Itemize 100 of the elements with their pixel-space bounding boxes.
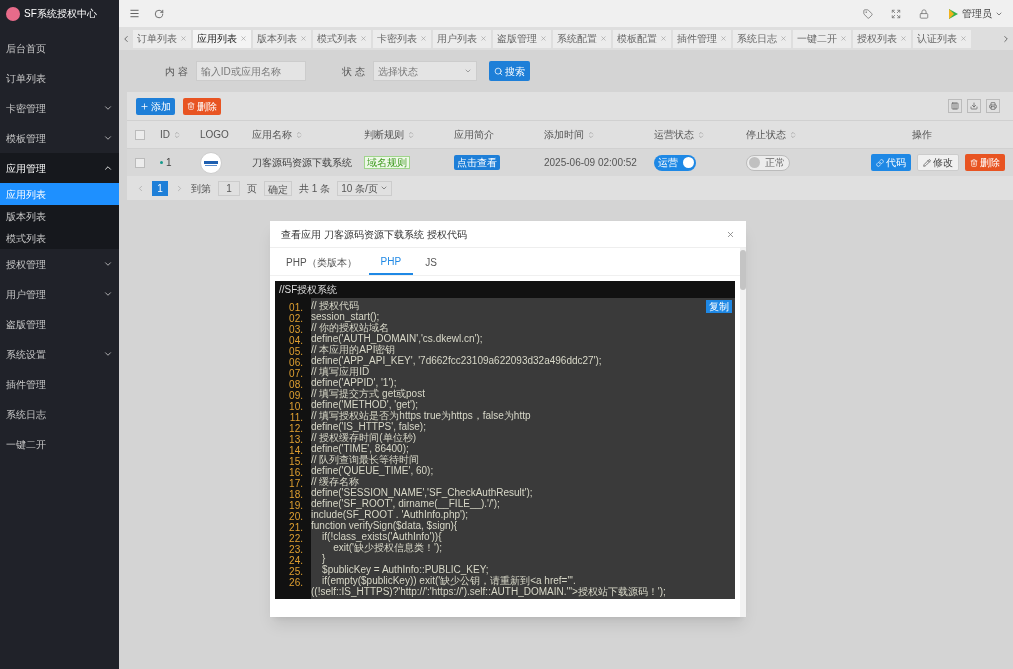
sort-icon[interactable] [295, 130, 303, 139]
sidebar-item[interactable]: 盗版管理 [0, 309, 119, 339]
close-icon[interactable] [900, 35, 907, 42]
search-field[interactable]: 输入ID或应用名称 [195, 61, 306, 81]
close-icon[interactable] [480, 35, 487, 42]
sidebar-item[interactable]: 订单列表 [0, 63, 119, 93]
code-line: // 你的授权站域名 [310, 322, 390, 333]
column-header[interactable]: 添加时间 [544, 127, 595, 142]
page-tab[interactable]: 订单列表 [133, 29, 191, 48]
code-line: if(empty($publicKey)) exit('缺少公钥，请重新到<a href="'. [322, 575, 576, 586]
prev-page-icon[interactable] [136, 183, 145, 193]
sidebar-subitem[interactable]: 版本列表 [0, 205, 119, 227]
page-tab[interactable]: 模板配置 [613, 29, 671, 48]
column-header[interactable]: LOGO [200, 127, 229, 142]
select-all-checkbox[interactable] [134, 129, 145, 140]
column-header[interactable]: ID [160, 127, 181, 142]
page-tab[interactable]: 系统日志 [733, 29, 791, 48]
export-icon[interactable] [967, 99, 981, 113]
close-icon[interactable] [540, 35, 547, 42]
code-button[interactable]: 代码 [871, 154, 911, 171]
page-tab[interactable]: 认证列表 [913, 29, 971, 48]
add-button[interactable]: 添加 [136, 97, 175, 115]
copy-button[interactable]: 复制 [706, 300, 732, 313]
page-button[interactable]: 1 [152, 180, 168, 196]
sidebar-item[interactable]: 授权管理 [0, 249, 119, 279]
sidebar-item[interactable]: 模板管理 [0, 123, 119, 153]
sidebar-item[interactable]: 后台首页 [0, 33, 119, 63]
code-tab[interactable]: PHP [368, 249, 414, 275]
sort-icon[interactable] [407, 130, 415, 139]
scroll-left-icon[interactable] [121, 33, 131, 44]
column-header[interactable]: 运营状态 [654, 127, 705, 142]
sort-icon[interactable] [697, 130, 705, 139]
sidebar-subitem[interactable]: 应用列表 [0, 183, 119, 205]
view-button[interactable]: 点击查看 [454, 155, 500, 170]
sort-icon[interactable] [789, 130, 797, 139]
toggle-switch[interactable]: 运营 [654, 154, 696, 171]
page-tab[interactable]: 盗版管理 [493, 29, 551, 48]
close-icon[interactable] [600, 35, 607, 42]
close-icon[interactable] [420, 35, 427, 42]
delete-button[interactable]: 删除 [183, 97, 221, 115]
line-number: 11. [289, 411, 303, 423]
row-checkbox[interactable] [134, 157, 145, 168]
refresh-icon[interactable] [154, 8, 164, 19]
page-tab[interactable]: 系统配置 [553, 29, 611, 48]
page-tab[interactable]: 一键二开 [793, 29, 851, 48]
toggle-switch[interactable]: 正常 [746, 154, 790, 171]
column-header[interactable]: 判断规则 [364, 127, 415, 142]
close-icon[interactable] [180, 35, 187, 42]
sort-icon[interactable] [587, 130, 595, 139]
column-header[interactable]: 应用名称 [252, 127, 303, 142]
page-tab[interactable]: 插件管理 [673, 29, 731, 48]
close-icon[interactable] [960, 35, 967, 42]
sidebar-item[interactable]: 用户管理 [0, 279, 119, 309]
close-icon[interactable] [300, 35, 307, 42]
page-tab[interactable]: 模式列表 [313, 29, 371, 48]
page-tab[interactable]: 授权列表 [853, 29, 911, 48]
trash-icon [187, 102, 195, 110]
sidebar-item[interactable]: 系统设置 [0, 339, 119, 369]
menu-icon[interactable] [129, 8, 140, 19]
page-size-select[interactable]: 10 条/页 [337, 180, 392, 196]
search-button[interactable]: 搜索 [488, 61, 530, 81]
code-title: //SF授权系统 [279, 283, 338, 297]
sidebar-subitem[interactable]: 模式列表 [0, 227, 119, 249]
lock-icon[interactable] [919, 8, 929, 19]
columns-icon[interactable] [948, 99, 962, 113]
close-icon[interactable] [720, 35, 727, 42]
sidebar-item[interactable]: 一键二开 [0, 429, 119, 459]
code-line: function verifySign($data, $sign){ [310, 520, 458, 531]
confirm-button[interactable]: 确定 [264, 180, 292, 196]
column-header[interactable]: 操作 [911, 127, 932, 142]
column-header[interactable]: 应用简介 [454, 127, 494, 142]
close-icon[interactable] [360, 35, 367, 42]
page-tab[interactable]: 应用列表 [193, 29, 251, 48]
close-icon[interactable] [840, 35, 847, 42]
page-tab[interactable]: 卡密列表 [373, 29, 431, 48]
close-icon[interactable] [726, 229, 735, 239]
close-icon[interactable] [660, 35, 667, 42]
tag-icon[interactable] [863, 8, 873, 19]
page-tab[interactable]: 用户列表 [433, 29, 491, 48]
next-page-icon[interactable] [175, 183, 184, 193]
column-header[interactable]: 停止状态 [746, 127, 797, 142]
delete-button[interactable]: 删除 [965, 154, 1005, 171]
sidebar-item[interactable]: 应用管理 [0, 153, 119, 183]
sidebar-item[interactable]: 卡密管理 [0, 93, 119, 123]
fullscreen-icon[interactable] [891, 8, 901, 19]
status-select[interactable]: 选择状态 [372, 61, 477, 81]
code-tab[interactable]: JS [413, 249, 449, 275]
sidebar-item[interactable]: 插件管理 [0, 369, 119, 399]
close-icon[interactable] [240, 35, 247, 42]
scroll-right-icon[interactable] [1001, 33, 1011, 44]
edit-button[interactable]: 修改 [917, 154, 959, 171]
sort-icon[interactable] [173, 130, 181, 139]
close-icon[interactable] [780, 35, 787, 42]
user-menu[interactable]: 管理员 [947, 6, 1003, 21]
page-field[interactable]: 1 [218, 180, 240, 196]
sidebar-item[interactable]: 系统日志 [0, 399, 119, 429]
code-tab[interactable]: PHP（类版本） [274, 249, 369, 275]
print-icon[interactable] [986, 99, 1000, 113]
page-tab[interactable]: 版本列表 [253, 29, 311, 48]
code-line: define('IS_HTTPS', false); [310, 421, 426, 432]
